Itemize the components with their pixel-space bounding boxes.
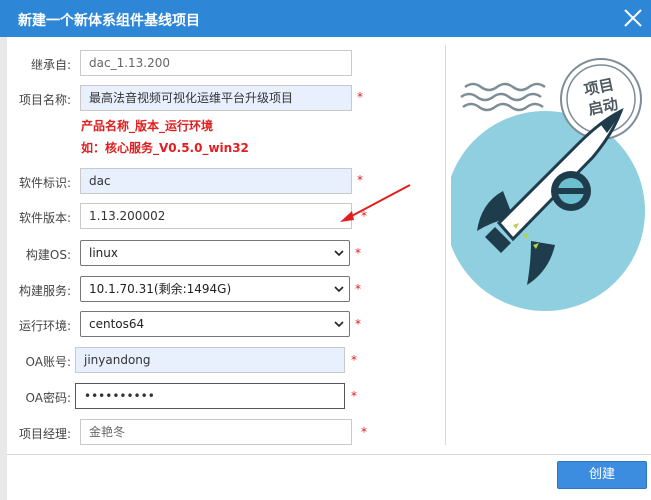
runtime-env-value: centos64	[89, 317, 145, 331]
rocket-illustration: 项目 启动	[445, 41, 651, 341]
build-service-label: 构建服务:	[18, 284, 71, 298]
hint-format: 产品名称_版本_运行环境	[81, 119, 214, 133]
build-os-value: linux	[89, 246, 118, 260]
oa-account-input[interactable]: jinyandong	[75, 347, 345, 373]
oa-account-label: OA账号:	[25, 355, 72, 369]
project-manager-label: 项目经理:	[18, 427, 71, 441]
runtime-env-label: 运行环境:	[18, 319, 71, 333]
footer-divider	[7, 454, 651, 455]
project-name-required: *	[357, 90, 363, 104]
annotation-arrow	[340, 184, 411, 222]
project-manager-required: *	[361, 425, 367, 439]
project-name-input[interactable]: 最高法音视频可视化运维平台升级项目	[80, 85, 352, 111]
chevron-down-icon	[334, 286, 344, 293]
oa-password-required: *	[351, 389, 357, 403]
project-name-label: 项目名称:	[18, 93, 71, 107]
create-button[interactable]: 创建	[557, 461, 647, 489]
build-os-required: *	[355, 246, 361, 260]
software-version-label: 软件版本:	[18, 211, 71, 225]
software-id-input[interactable]: dac	[80, 168, 352, 194]
vertical-divider	[445, 45, 446, 445]
chevron-down-icon	[334, 250, 344, 257]
dialog-title: 新建一个新体系组件基线项目	[18, 13, 200, 29]
oa-password-input[interactable]: ••••••••••	[75, 383, 345, 409]
software-id-label: 软件标识:	[18, 176, 71, 190]
software-version-input[interactable]: 1.13.200002	[80, 203, 352, 229]
build-os-select[interactable]: linux	[80, 240, 350, 266]
runtime-env-required: *	[355, 317, 361, 331]
chevron-down-icon	[334, 321, 344, 328]
build-service-required: *	[355, 282, 361, 296]
runtime-env-select[interactable]: centos64	[80, 311, 350, 337]
hint-example: 如：核心服务_V0.5.0_win32	[81, 141, 249, 155]
dialog-body: 继承自: dac_1.13.200 项目名称: 最高法音视频可视化运维平台升级项…	[7, 37, 651, 500]
dialog-titlebar: 新建一个新体系组件基线项目	[0, 0, 651, 37]
close-icon[interactable]	[621, 6, 645, 30]
oa-account-required: *	[351, 353, 357, 367]
oa-password-label: OA密码:	[25, 391, 72, 405]
inherit-field[interactable]: dac_1.13.200	[80, 50, 352, 76]
build-service-value: 10.1.70.31(剩余:1494G)	[89, 282, 232, 296]
build-service-select[interactable]: 10.1.70.31(剩余:1494G)	[80, 276, 350, 302]
inherit-label: 继承自:	[30, 58, 71, 72]
build-os-label: 构建OS:	[25, 248, 71, 262]
project-manager-input[interactable]: 金艳冬	[80, 419, 352, 445]
